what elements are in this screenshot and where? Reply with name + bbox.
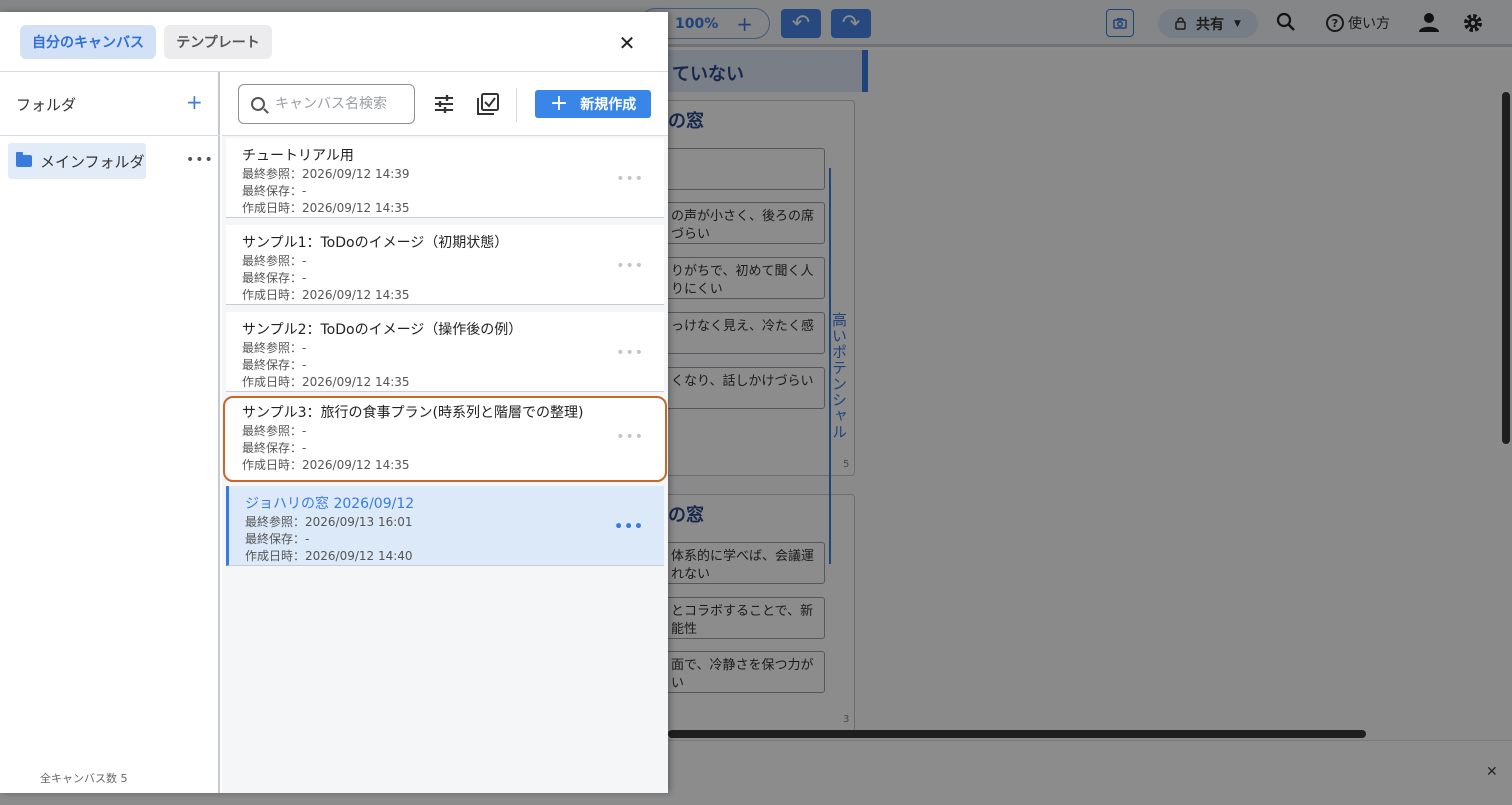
- created-at: 作成日時：2026/09/12 14:35: [242, 375, 410, 389]
- last-viewed: 最終参照：-: [242, 341, 307, 355]
- canvas-list-panel: 自分のキャンバス テンプレート ✕ フォルダ + メインフォルダ ••• 全キャ…: [0, 12, 668, 793]
- last-saved: 最終保存：-: [245, 532, 310, 546]
- canvas-title: サンプル1：ToDoのイメージ（初期状態）: [242, 235, 509, 251]
- canvas-count: 全キャンバス数 5: [40, 772, 128, 785]
- list-toolbar: + 新規作成: [222, 72, 668, 136]
- canvas-title: ジョハリの窓 2026/09/12: [245, 496, 415, 512]
- last-viewed: 最終参照：-: [242, 424, 307, 438]
- last-viewed: 最終参照：-: [242, 254, 307, 268]
- canvas-card[interactable]: サンプル1：ToDoのイメージ（初期状態） 最終参照：- 最終保存：- 作成日時…: [226, 225, 664, 305]
- last-saved: 最終保存：-: [242, 184, 307, 198]
- multi-select-button[interactable]: [476, 92, 500, 116]
- more-icon[interactable]: •••: [614, 519, 644, 535]
- search-box[interactable]: [238, 84, 415, 124]
- created-at: 作成日時：2026/09/12 14:35: [242, 201, 410, 215]
- more-icon[interactable]: •••: [616, 258, 644, 274]
- last-viewed: 最終参照：2026/09/12 14:39: [242, 167, 410, 181]
- sliders-icon: [435, 95, 453, 113]
- panel-header: 自分のキャンバス テンプレート ✕: [0, 12, 668, 72]
- new-canvas-label: 新規作成: [580, 97, 637, 113]
- search-input[interactable]: [275, 96, 405, 112]
- canvas-card[interactable]: サンプル2：ToDoのイメージ（操作後の例） 最終参照：- 最終保存：- 作成日…: [226, 312, 664, 392]
- tab-template[interactable]: テンプレート: [164, 25, 272, 59]
- more-icon[interactable]: •••: [616, 345, 644, 361]
- more-icon[interactable]: •••: [616, 429, 644, 445]
- canvas-card-selected[interactable]: ジョハリの窓 2026/09/12 最終参照：2026/09/13 16:01 …: [226, 486, 664, 566]
- more-icon[interactable]: •••: [616, 171, 644, 187]
- toolbar-divider: [516, 88, 517, 122]
- plus-icon: +: [549, 91, 569, 116]
- canvas-list-area: + 新規作成 チュートリアル用 最終参照：2026/09/12 14:39 最終…: [222, 72, 668, 793]
- canvas-title: チュートリアル用: [242, 148, 354, 164]
- checkbox-multiple-icon: [477, 93, 499, 115]
- canvas-title: サンプル3：旅行の食事プラン(時系列と階層での整理): [242, 405, 584, 421]
- canvas-title: サンプル2：ToDoのイメージ（操作後の例）: [242, 322, 523, 338]
- new-canvas-button[interactable]: + 新規作成: [535, 90, 651, 118]
- folder-sidebar: フォルダ + メインフォルダ ••• 全キャンバス数 5: [0, 72, 220, 793]
- sidebar-item-main-folder[interactable]: メインフォルダ: [8, 143, 146, 179]
- folder-header: フォルダ +: [0, 72, 220, 136]
- created-at: 作成日時：2026/09/12 14:35: [242, 288, 410, 302]
- last-saved: 最終保存：-: [242, 441, 307, 455]
- filter-button[interactable]: [432, 92, 456, 116]
- folder-title: フォルダ: [16, 96, 77, 114]
- last-saved: 最終保存：-: [242, 271, 307, 285]
- created-at: 作成日時：2026/09/12 14:40: [245, 549, 413, 563]
- close-button[interactable]: ✕: [614, 30, 640, 56]
- add-folder-icon[interactable]: +: [186, 90, 203, 114]
- search-icon: [251, 97, 265, 111]
- close-icon: ✕: [618, 31, 636, 55]
- canvas-card-highlighted[interactable]: サンプル3：旅行の食事プラン(時系列と階層での整理) 最終参照：- 最終保存：-…: [223, 396, 667, 482]
- last-saved: 最終保存：-: [242, 358, 307, 372]
- last-viewed: 最終参照：2026/09/13 16:01: [245, 515, 413, 529]
- folder-icon: [16, 152, 32, 167]
- tab-my-canvas[interactable]: 自分のキャンバス: [20, 25, 156, 59]
- canvas-card[interactable]: チュートリアル用 最終参照：2026/09/12 14:39 最終保存：- 作成…: [226, 138, 664, 218]
- created-at: 作成日時：2026/09/12 14:35: [242, 458, 410, 472]
- folder-name: メインフォルダ: [40, 152, 145, 171]
- more-icon[interactable]: •••: [186, 152, 214, 168]
